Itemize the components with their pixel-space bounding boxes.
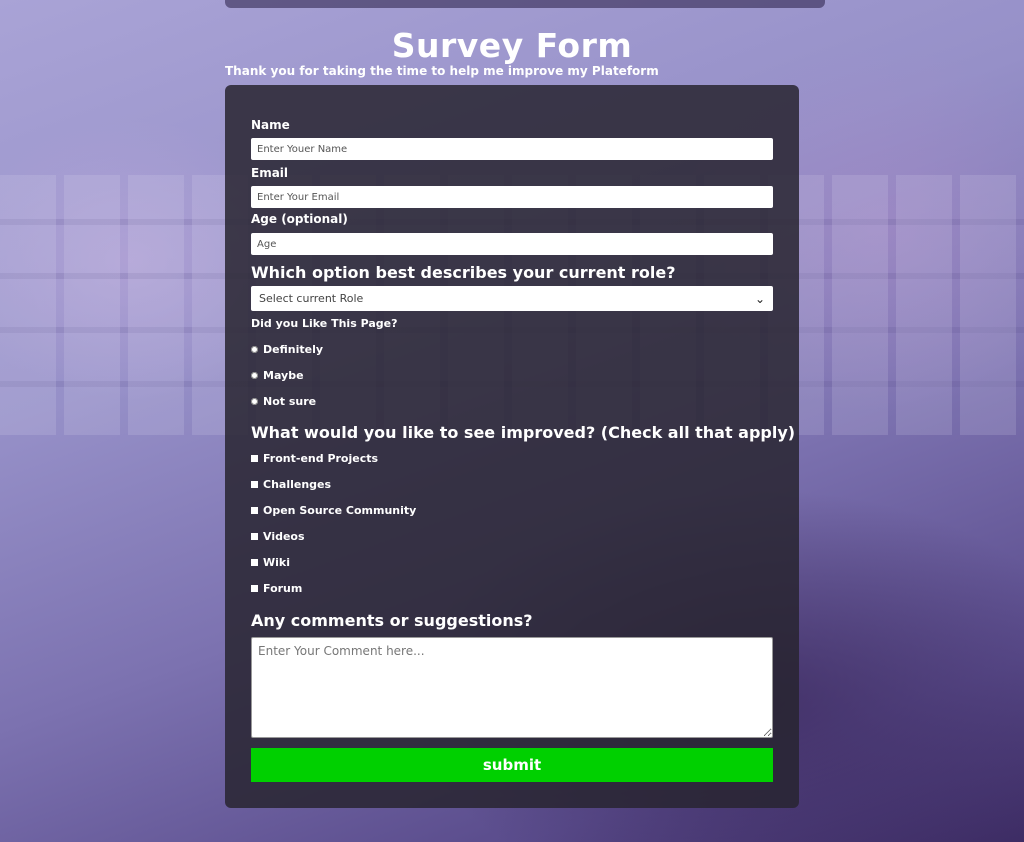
age-label: Age (optional) <box>251 212 348 226</box>
checkbox-icon[interactable] <box>251 559 258 566</box>
comments-textarea[interactable] <box>251 637 773 738</box>
like-option-label: Maybe <box>263 369 304 382</box>
role-question: Which option best describes your current… <box>251 263 676 282</box>
checkbox-icon[interactable] <box>251 507 258 514</box>
improve-option-label: Videos <box>263 530 305 543</box>
improve-option-open-source[interactable]: Open Source Community <box>251 504 416 517</box>
improve-option-label: Wiki <box>263 556 290 569</box>
like-option-not-sure[interactable]: Not sure <box>251 395 316 408</box>
radio-icon[interactable] <box>251 398 258 405</box>
chevron-down-icon: ⌄ <box>754 291 765 306</box>
role-select-value: Select current Role <box>259 292 364 305</box>
email-input[interactable] <box>251 186 773 208</box>
role-select[interactable]: Select current Role ⌄ <box>251 286 773 311</box>
email-label: Email <box>251 166 289 180</box>
like-option-label: Not sure <box>263 395 317 408</box>
like-option-definitely[interactable]: Definitely <box>251 343 323 356</box>
age-input[interactable] <box>251 233 773 255</box>
improve-option-label: Forum <box>263 582 303 595</box>
page-title: Survey Form <box>391 26 633 65</box>
checkbox-icon[interactable] <box>251 455 258 462</box>
improve-option-videos[interactable]: Videos <box>251 530 305 543</box>
improve-option-label: Open Source Community <box>263 504 417 517</box>
radio-icon[interactable] <box>251 346 258 353</box>
like-question: Did you Like This Page? <box>251 317 398 330</box>
checkbox-icon[interactable] <box>251 481 258 488</box>
improve-option-label: Front-end Projects <box>263 452 379 465</box>
name-label: Name <box>251 118 290 132</box>
comments-question: Any comments or suggestions? <box>251 611 533 630</box>
improve-option-front-end[interactable]: Front-end Projects <box>251 452 378 465</box>
checkbox-icon[interactable] <box>251 585 258 592</box>
improve-question: What would you like to see improved? (Ch… <box>251 423 796 442</box>
improve-option-wiki[interactable]: Wiki <box>251 556 290 569</box>
submit-button[interactable]: submit <box>251 748 773 782</box>
checkbox-icon[interactable] <box>251 533 258 540</box>
page-subtitle: Thank you for taking the time to help me… <box>225 64 659 78</box>
survey-form: Name Email Age (optional) Which option b… <box>225 85 799 808</box>
like-option-label: Definitely <box>263 343 324 356</box>
background-device <box>225 0 825 8</box>
radio-icon[interactable] <box>251 372 258 379</box>
improve-option-label: Challenges <box>263 478 332 491</box>
improve-option-forum[interactable]: Forum <box>251 582 302 595</box>
like-option-maybe[interactable]: Maybe <box>251 369 304 382</box>
improve-option-challenges[interactable]: Challenges <box>251 478 331 491</box>
name-input[interactable] <box>251 138 773 160</box>
